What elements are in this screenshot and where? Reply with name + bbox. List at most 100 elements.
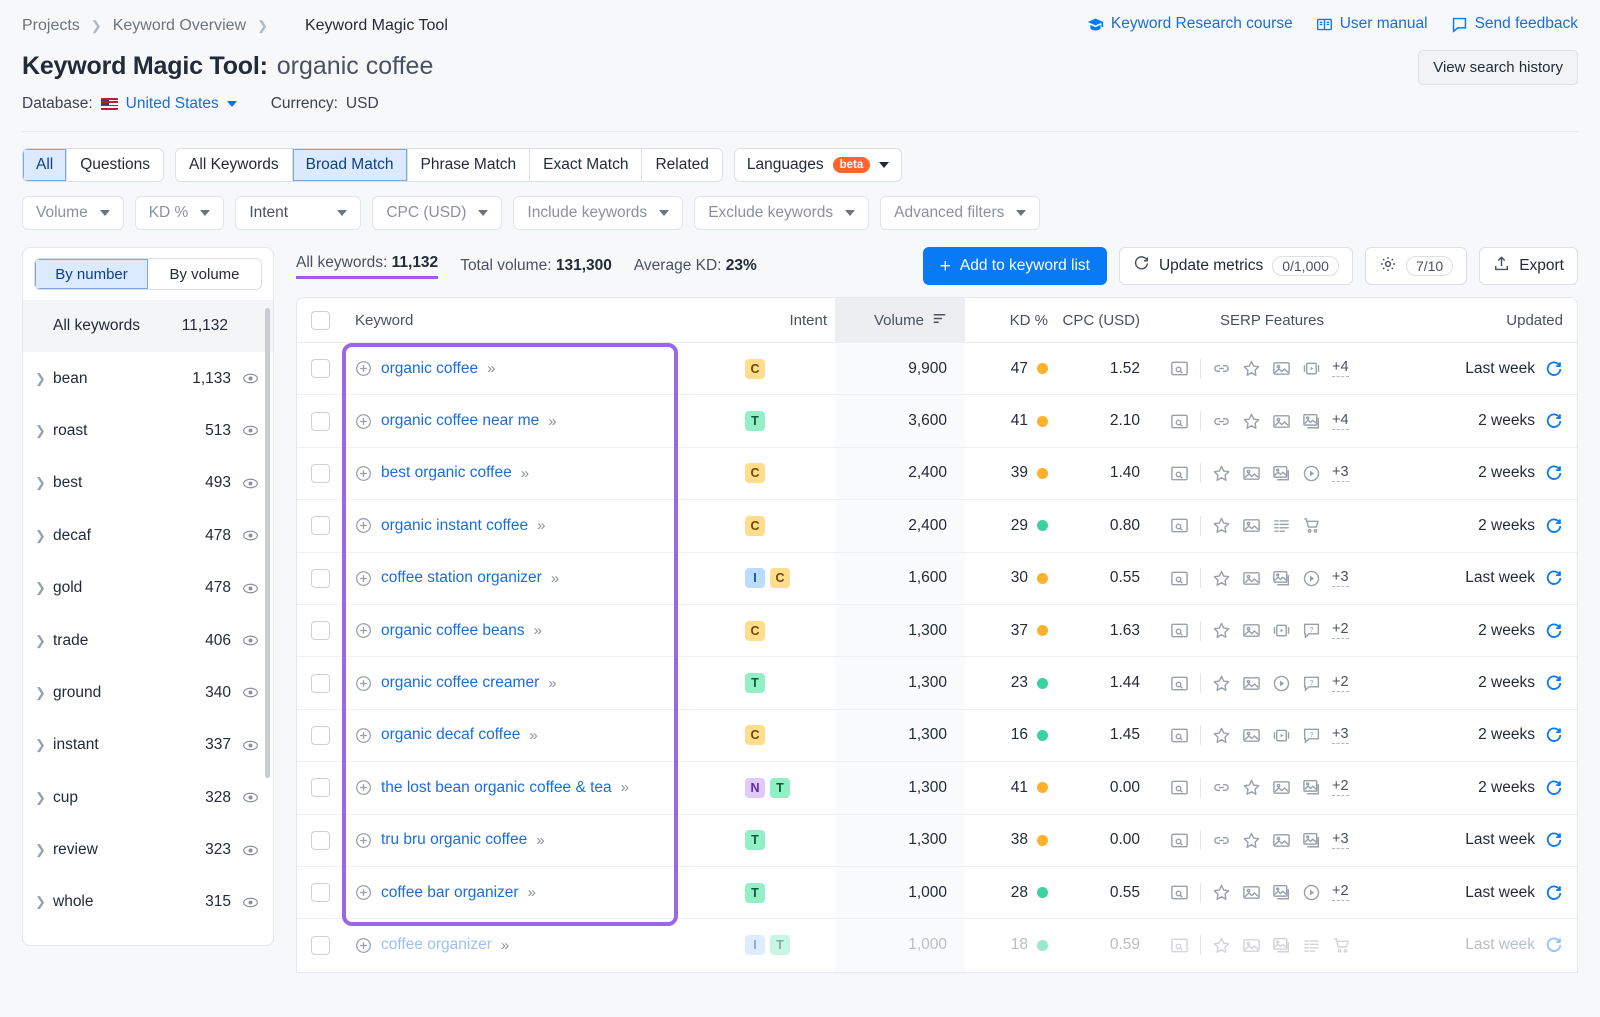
serp-more-count[interactable]: +3: [1332, 464, 1349, 482]
refresh-icon[interactable]: [1545, 726, 1563, 744]
toggle-by-volume[interactable]: By volume: [148, 259, 261, 289]
add-keyword-icon[interactable]: [355, 413, 372, 430]
filter-include-keywords[interactable]: Include keywords: [513, 196, 684, 230]
image-icon[interactable]: [1242, 883, 1261, 902]
eye-icon[interactable]: [242, 737, 259, 754]
link-icon[interactable]: [1212, 359, 1231, 378]
add-keyword-icon[interactable]: [355, 622, 372, 639]
sidebar-item-cup[interactable]: ❯ cup 328: [23, 772, 273, 824]
sidebar-item-ground[interactable]: ❯ ground 340: [23, 667, 273, 719]
image-pack-icon[interactable]: [1272, 936, 1291, 955]
refresh-icon[interactable]: [1545, 622, 1563, 640]
row-checkbox[interactable]: [310, 568, 330, 588]
add-keyword-icon[interactable]: [355, 465, 372, 482]
chevron-right-icon[interactable]: ❯: [35, 737, 53, 753]
double-chevron-right-icon[interactable]: »: [534, 622, 542, 639]
filter-kd[interactable]: KD %: [134, 196, 225, 230]
row-checkbox[interactable]: [310, 359, 330, 379]
tab-questions[interactable]: Questions: [67, 149, 164, 181]
serp-more-count[interactable]: +3: [1332, 726, 1349, 744]
video-carousel-icon[interactable]: [1272, 726, 1291, 745]
table-row[interactable]: tru bru organic coffee » T 1,300 38 0.00 +3 Las…: [297, 814, 1577, 867]
chevron-right-icon[interactable]: ❯: [35, 528, 53, 544]
chevron-right-icon[interactable]: ❯: [35, 633, 53, 649]
image-icon[interactable]: [1272, 412, 1291, 431]
double-chevron-right-icon[interactable]: »: [536, 832, 544, 849]
keyword-link[interactable]: coffee organizer: [381, 936, 492, 954]
double-chevron-right-icon[interactable]: »: [551, 570, 559, 587]
row-checkbox[interactable]: [310, 621, 330, 641]
serp-more-count[interactable]: +3: [1332, 831, 1349, 849]
star-icon[interactable]: [1212, 569, 1231, 588]
serp-more-count[interactable]: +2: [1332, 621, 1349, 640]
double-chevron-right-icon[interactable]: »: [521, 465, 529, 482]
sidebar-scrollbar[interactable]: [265, 308, 270, 778]
row-checkbox[interactable]: [310, 516, 330, 536]
eye-icon[interactable]: [242, 632, 259, 649]
chevron-right-icon[interactable]: ❯: [35, 790, 53, 806]
link-icon[interactable]: [1212, 412, 1231, 431]
image-icon[interactable]: [1272, 831, 1291, 850]
keyword-link[interactable]: organic coffee beans: [381, 622, 525, 640]
col-volume[interactable]: Volume: [835, 297, 965, 343]
sidebar-item-all-keywords[interactable]: All keywords 11,132: [23, 300, 273, 353]
star-icon[interactable]: [1212, 464, 1231, 483]
row-checkbox[interactable]: [310, 411, 330, 431]
double-chevron-right-icon[interactable]: »: [529, 727, 537, 744]
search-preview-icon[interactable]: [1170, 831, 1189, 850]
refresh-icon[interactable]: [1545, 569, 1563, 587]
video-icon[interactable]: [1302, 569, 1321, 588]
chevron-right-icon[interactable]: ❯: [35, 423, 53, 439]
filter-intent[interactable]: Intent: [235, 196, 362, 230]
tab-all[interactable]: All: [23, 149, 68, 181]
list-icon[interactable]: [1302, 936, 1321, 955]
eye-icon[interactable]: [242, 475, 259, 492]
chevron-right-icon[interactable]: ❯: [35, 580, 53, 596]
row-checkbox[interactable]: [310, 463, 330, 483]
refresh-icon[interactable]: [1545, 936, 1563, 954]
chevron-right-icon[interactable]: ❯: [35, 894, 53, 910]
row-checkbox[interactable]: [310, 935, 330, 955]
add-keyword-icon[interactable]: [355, 570, 372, 587]
refresh-icon[interactable]: [1545, 412, 1563, 430]
tab-phrase-match[interactable]: Phrase Match: [407, 149, 531, 181]
eye-icon[interactable]: [242, 527, 259, 544]
double-chevron-right-icon[interactable]: »: [548, 413, 556, 430]
sidebar-item-review[interactable]: ❯ review 323: [23, 824, 273, 876]
video-carousel-icon[interactable]: [1302, 359, 1321, 378]
serp-more-count[interactable]: +3: [1332, 569, 1349, 587]
star-icon[interactable]: [1242, 778, 1261, 797]
double-chevron-right-icon[interactable]: »: [501, 937, 509, 954]
add-keyword-icon[interactable]: [355, 360, 372, 377]
languages-dropdown[interactable]: Languages beta: [733, 148, 903, 182]
export-button[interactable]: Export: [1479, 247, 1578, 285]
row-checkbox[interactable]: [310, 883, 330, 903]
add-keyword-icon[interactable]: [355, 779, 372, 796]
add-keyword-icon[interactable]: [355, 517, 372, 534]
tab-exact-match[interactable]: Exact Match: [530, 149, 643, 181]
video-carousel-icon[interactable]: [1272, 621, 1291, 640]
select-all-checkbox[interactable]: [310, 310, 330, 330]
table-row[interactable]: coffee organizer» I T 1,000 18 0.59 Last week: [297, 919, 1577, 972]
image-icon[interactable]: [1242, 621, 1261, 640]
database-value[interactable]: United States: [126, 95, 219, 113]
filter-volume[interactable]: Volume: [22, 196, 124, 230]
refresh-icon[interactable]: [1545, 360, 1563, 378]
image-pack-icon[interactable]: [1272, 464, 1291, 483]
star-icon[interactable]: [1212, 674, 1231, 693]
video-icon[interactable]: [1272, 674, 1291, 693]
table-row[interactable]: best organic coffee » C 2,400 39 1.40 +3 2 week…: [297, 447, 1577, 501]
col-keyword[interactable]: Keyword: [343, 312, 737, 329]
tab-related[interactable]: Related: [642, 149, 722, 181]
search-preview-icon[interactable]: [1170, 412, 1189, 431]
search-preview-icon[interactable]: [1170, 726, 1189, 745]
search-preview-icon[interactable]: [1170, 936, 1189, 955]
col-kd[interactable]: KD %: [965, 312, 1060, 329]
refresh-icon[interactable]: [1545, 517, 1563, 535]
search-preview-icon[interactable]: [1170, 359, 1189, 378]
row-checkbox[interactable]: [310, 673, 330, 693]
serp-more-count[interactable]: +4: [1332, 359, 1349, 378]
serp-more-count[interactable]: +2: [1332, 674, 1349, 692]
star-icon[interactable]: [1212, 621, 1231, 640]
keyword-link[interactable]: organic coffee: [381, 360, 478, 378]
